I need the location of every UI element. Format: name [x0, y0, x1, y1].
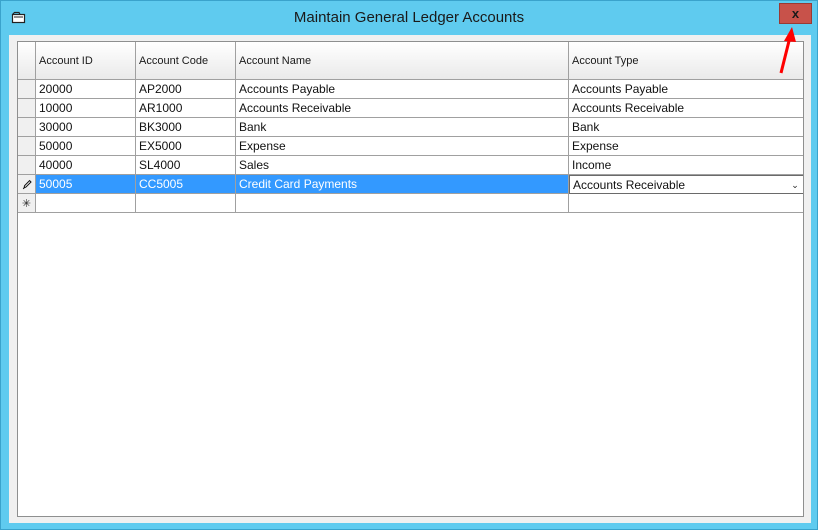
- new-cell-account-type[interactable]: [569, 194, 803, 213]
- cell-account-id[interactable]: 50000: [36, 137, 136, 156]
- cell-account-code[interactable]: BK3000: [136, 118, 236, 137]
- account-type-dropdown[interactable]: Accounts Receivable ⌄: [569, 175, 803, 194]
- cell-account-type[interactable]: Accounts Payable: [569, 80, 803, 99]
- table-row[interactable]: 50000 EX5000 Expense Expense: [18, 137, 803, 156]
- grid-corner-header[interactable]: [18, 42, 36, 80]
- chevron-down-icon[interactable]: ⌄: [789, 179, 801, 191]
- row-header-editing[interactable]: [18, 175, 36, 194]
- pencil-icon: [22, 179, 32, 190]
- cell-account-type[interactable]: Income: [569, 156, 803, 175]
- cell-account-id[interactable]: 20000: [36, 80, 136, 99]
- cell-account-code[interactable]: AR1000: [136, 99, 236, 118]
- row-header[interactable]: [18, 80, 36, 99]
- new-cell-account-id[interactable]: [36, 194, 136, 213]
- accounts-grid[interactable]: Account ID Account Code Account Name Acc…: [17, 41, 804, 517]
- table-row[interactable]: 20000 AP2000 Accounts Payable Accounts P…: [18, 80, 803, 99]
- title-bar[interactable]: Maintain General Ledger Accounts x: [1, 1, 817, 35]
- window-title: Maintain General Ledger Accounts: [293, 9, 525, 26]
- cell-account-code[interactable]: SL4000: [136, 156, 236, 175]
- column-header-account-id[interactable]: Account ID: [36, 42, 136, 80]
- gl-accounts-window: Maintain General Ledger Accounts x Accou…: [0, 0, 818, 530]
- cell-account-name[interactable]: Accounts Payable: [236, 80, 569, 99]
- cell-account-code[interactable]: CC5005: [136, 175, 236, 194]
- cell-account-code[interactable]: EX5000: [136, 137, 236, 156]
- row-header[interactable]: [18, 118, 36, 137]
- row-header[interactable]: [18, 156, 36, 175]
- column-header-account-code[interactable]: Account Code: [136, 42, 236, 80]
- cell-account-name[interactable]: Bank: [236, 118, 569, 137]
- cell-account-id[interactable]: 40000: [36, 156, 136, 175]
- cell-account-name[interactable]: Sales: [236, 156, 569, 175]
- row-header[interactable]: [18, 137, 36, 156]
- new-cell-account-code[interactable]: [136, 194, 236, 213]
- close-icon: x: [791, 6, 800, 21]
- new-cell-account-name[interactable]: [236, 194, 569, 213]
- column-header-account-type[interactable]: Account Type: [569, 42, 803, 80]
- row-header[interactable]: [18, 99, 36, 118]
- cell-account-name[interactable]: Expense: [236, 137, 569, 156]
- cell-account-id[interactable]: 50005: [36, 175, 136, 194]
- table-row[interactable]: 40000 SL4000 Sales Income: [18, 156, 803, 175]
- cell-account-id[interactable]: 30000: [36, 118, 136, 137]
- cell-account-code[interactable]: AP2000: [136, 80, 236, 99]
- table-row[interactable]: 10000 AR1000 Accounts Receivable Account…: [18, 99, 803, 118]
- close-button[interactable]: x: [779, 3, 812, 24]
- cell-account-id[interactable]: 10000: [36, 99, 136, 118]
- account-type-dropdown-value: Accounts Receivable: [573, 178, 686, 192]
- column-header-account-name[interactable]: Account Name: [236, 42, 569, 80]
- table-row[interactable]: 30000 BK3000 Bank Bank: [18, 118, 803, 137]
- table-row-editing[interactable]: 50005 CC5005 Credit Card Payments Accoun…: [18, 175, 803, 194]
- cell-account-type[interactable]: Expense: [569, 137, 803, 156]
- cell-account-name[interactable]: Accounts Receivable: [236, 99, 569, 118]
- cell-account-type[interactable]: Accounts Receivable: [569, 99, 803, 118]
- cell-account-name[interactable]: Credit Card Payments: [236, 175, 569, 194]
- asterisk-icon[interactable]: ✳: [18, 194, 36, 213]
- table-row-new[interactable]: ✳: [18, 194, 803, 213]
- client-area: Account ID Account Code Account Name Acc…: [9, 35, 811, 523]
- cell-account-type[interactable]: Bank: [569, 118, 803, 137]
